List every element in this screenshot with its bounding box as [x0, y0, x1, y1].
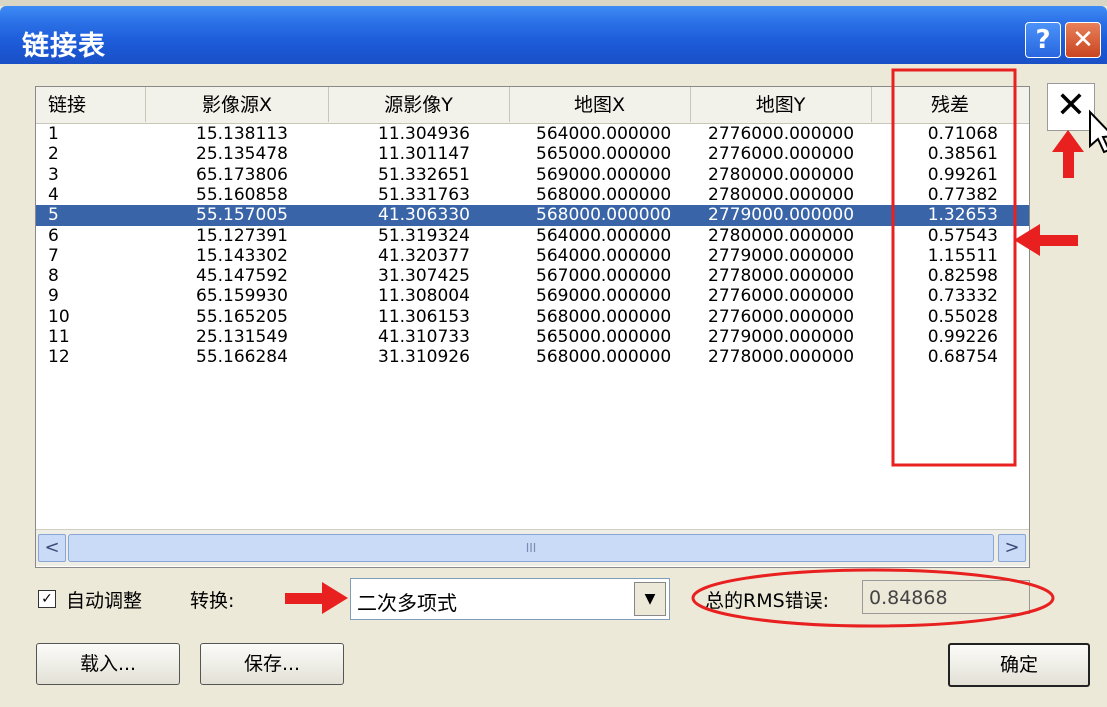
mouse-cursor-icon — [1089, 109, 1107, 154]
arrow-to-transform — [285, 582, 348, 614]
link-table-dialog: 链接表 ? ✕ 链接 影像源X 源影像Y 地图X 地图Y 残差 1 15.1381… — [0, 0, 1107, 707]
annotation-overlay — [285, 68, 1107, 628]
arrow-to-delete-button — [1052, 130, 1084, 178]
residual-column-highlight — [891, 68, 1017, 467]
arrow-to-selected-row — [1014, 224, 1078, 256]
rms-highlight-ellipse — [691, 568, 1055, 628]
